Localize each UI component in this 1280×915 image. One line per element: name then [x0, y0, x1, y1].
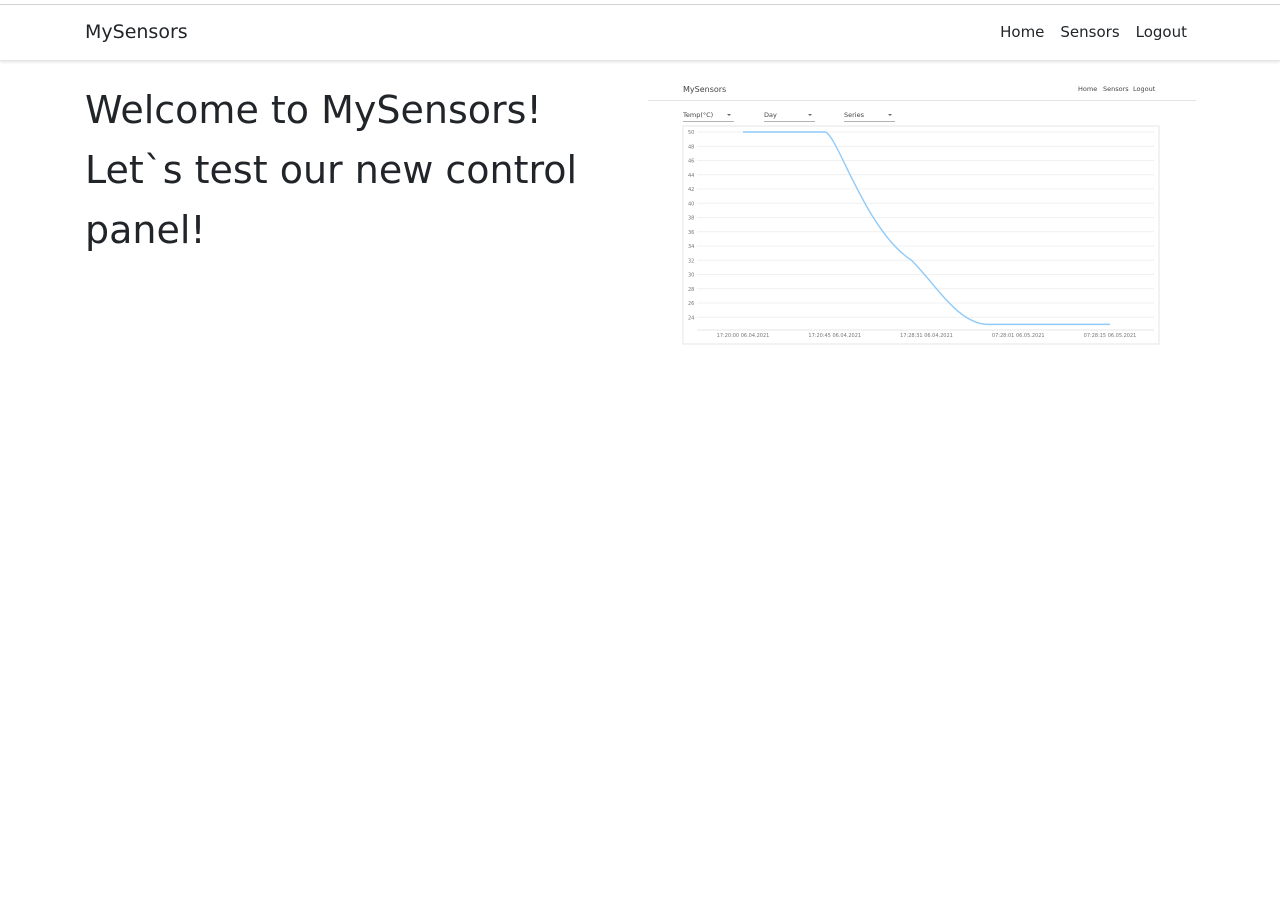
y-tick-label: 44: [688, 173, 694, 179]
nav-links: Home Sensors Logout: [1000, 23, 1187, 41]
top-navbar: MySensors Home Sensors Logout: [0, 5, 1280, 61]
nav-link-logout[interactable]: Logout: [1136, 23, 1187, 41]
y-tick-label: 50: [688, 130, 694, 136]
y-tick-label: 48: [688, 144, 694, 150]
chevron-down-icon: [888, 114, 892, 116]
x-tick-label: 07:28:01 06.05.2021: [992, 333, 1045, 339]
x-tick-label: 17:28:31 06.04.2021: [900, 333, 953, 339]
navbar-brand[interactable]: MySensors: [85, 21, 188, 43]
preview-nav-logout: Logout: [1133, 85, 1156, 93]
preview-chart-card: [682, 125, 1160, 345]
y-tick-label: 34: [688, 244, 694, 250]
x-tick-label: 17:20:00 06.04.2021: [717, 333, 770, 339]
y-tick-label: 26: [688, 301, 694, 307]
preview-nav-sensors: Sensors: [1103, 85, 1129, 93]
preview-select-range-label: Day: [764, 111, 777, 119]
welcome-heading: Welcome to MySensors! Let`s test our new…: [85, 88, 578, 252]
y-tick-label: 38: [688, 216, 694, 222]
preview-select-metric-label: Temp(°C): [682, 111, 713, 119]
y-tick-label: 40: [688, 201, 694, 207]
x-tick-label: 07:28:15 06.05.2021: [1084, 333, 1137, 339]
preview-select-range: Day: [764, 111, 815, 122]
y-tick-label: 24: [688, 315, 694, 321]
chevron-down-icon: [808, 114, 812, 116]
y-tick-label: 30: [688, 273, 694, 279]
nav-link-sensors[interactable]: Sensors: [1060, 23, 1119, 41]
chevron-down-icon: [727, 114, 731, 116]
preview-select-series-label: Series: [844, 111, 865, 119]
y-tick-label: 32: [688, 258, 694, 264]
y-tick-label: 42: [688, 187, 694, 193]
nav-link-home[interactable]: Home: [1000, 23, 1044, 41]
y-tick-label: 46: [688, 159, 694, 165]
preview-nav-home: Home: [1078, 85, 1097, 93]
dashboard-preview-image: MySensors Home Sensors Logout Temp(°C) D…: [648, 76, 1196, 348]
preview-brand: MySensors: [683, 85, 726, 94]
preview-select-series: Series: [844, 111, 895, 122]
y-tick-label: 28: [688, 287, 694, 293]
preview-svg: MySensors Home Sensors Logout Temp(°C) D…: [648, 76, 1196, 345]
x-tick-label: 17:20:45 06.04.2021: [808, 333, 861, 339]
y-tick-label: 36: [688, 230, 694, 236]
preview-select-metric: Temp(°C): [682, 111, 734, 122]
